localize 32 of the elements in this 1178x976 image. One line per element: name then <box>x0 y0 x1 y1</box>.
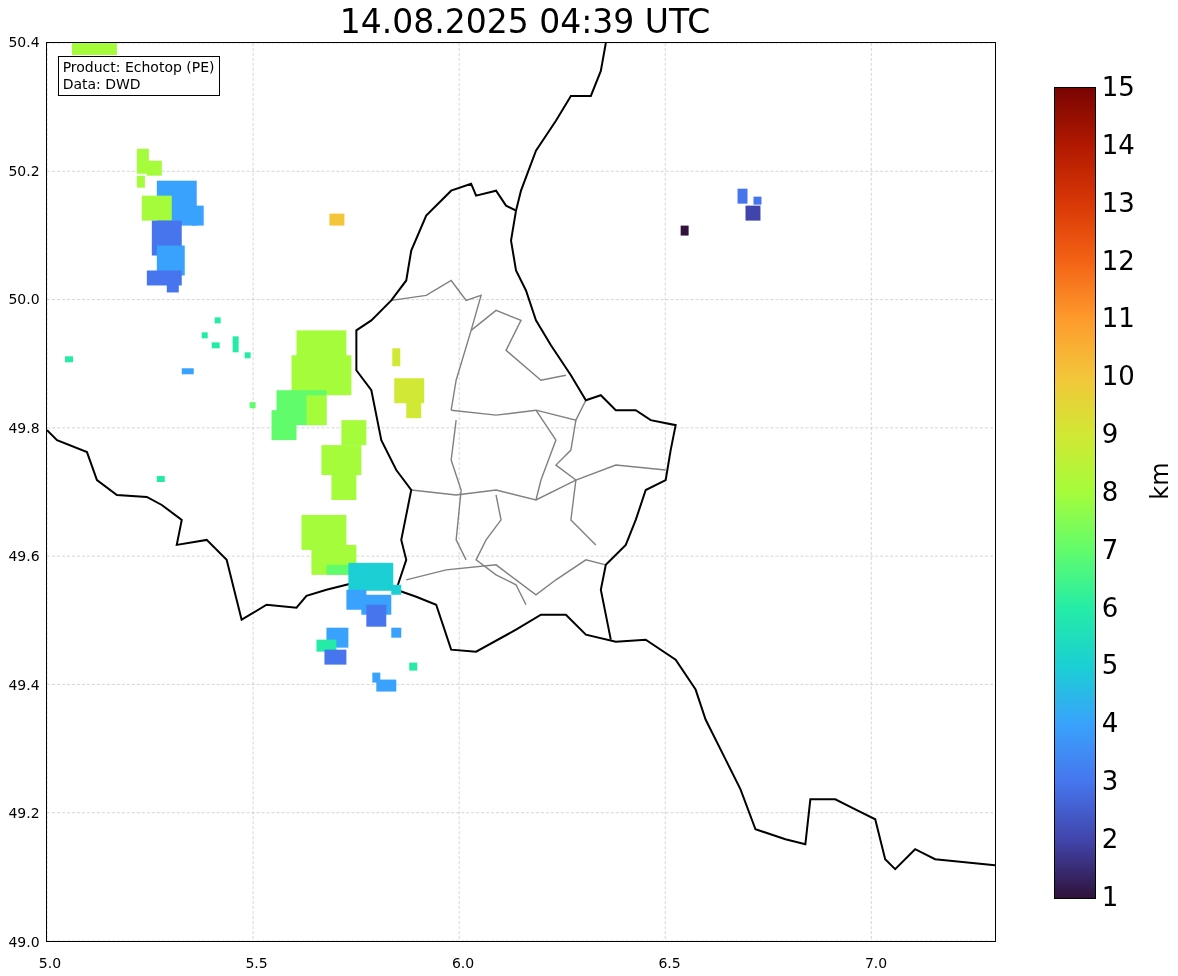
colorbar-tick-label: 3 <box>1101 766 1120 797</box>
axis-tick-label: 49.2 <box>8 805 40 822</box>
axis-tick-label: 49.4 <box>8 676 40 693</box>
colorbar-tick-label: 11 <box>1101 303 1135 334</box>
colorbar-tick-label: 10 <box>1101 361 1135 392</box>
colorbar-label: km <box>1145 462 1174 500</box>
colorbar-tick-label: 13 <box>1101 187 1135 218</box>
colorbar-tick-label: 4 <box>1101 708 1120 739</box>
colorbar-tick-label: 1 <box>1101 881 1120 912</box>
axis-tick-label: 6.5 <box>658 955 681 971</box>
axis-tick-label: 7.0 <box>864 955 888 971</box>
axis-tick-label: 5.5 <box>245 955 268 971</box>
colorbar-tick-label: 6 <box>1101 592 1120 623</box>
legend-text: Product: Echotop (PE) <box>62 59 215 76</box>
axis-tick-label: 6.0 <box>451 955 475 971</box>
axis-tick-label: 49.6 <box>8 548 40 565</box>
axis-tick-label: 49.0 <box>8 933 40 950</box>
colorbar-tick-label: 14 <box>1101 129 1135 160</box>
colorbar-tick-label: 15 <box>1101 72 1135 102</box>
axis-tick-label: 5.0 <box>38 955 62 971</box>
legend-text: Data: DWD <box>62 76 142 93</box>
axis-tick-label: 50.2 <box>8 162 40 179</box>
colorbar-tick-label: 9 <box>1101 419 1120 450</box>
colorbar-tick-label: 5 <box>1101 650 1120 681</box>
axis-tick-label: 49.8 <box>8 419 40 436</box>
colorbar-tick-label: 7 <box>1101 534 1120 565</box>
colorbar-tick-label: 12 <box>1101 245 1135 276</box>
axis-tick-label: 50.0 <box>8 291 40 308</box>
colorbar-tick-label: 2 <box>1101 823 1120 854</box>
axis-tick-label: 50.4 <box>8 34 40 50</box>
colorbar-tick-label: 8 <box>1101 476 1120 507</box>
chart-title: 14.08.2025 04:39 UTC <box>338 1 712 42</box>
